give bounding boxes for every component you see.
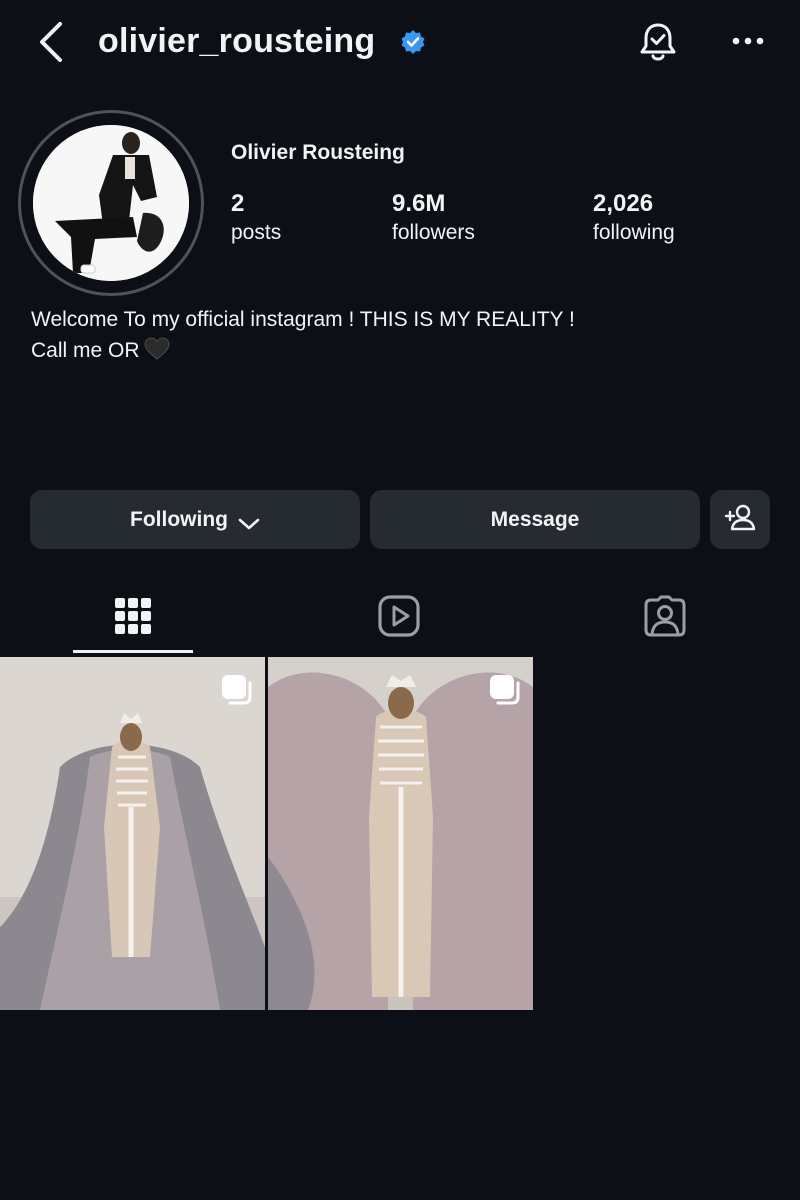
message-label: Message xyxy=(490,507,580,531)
followers-count[interactable]: 9.6M followers xyxy=(392,190,475,248)
back-arrow-icon[interactable] xyxy=(34,20,70,64)
grid-icon xyxy=(115,595,151,642)
reels-icon xyxy=(377,594,421,643)
stat-value: 9.6M xyxy=(392,190,446,217)
bio-line-2: Call me OR xyxy=(31,335,575,366)
tab-reels[interactable] xyxy=(266,585,532,651)
black-heart-icon xyxy=(144,337,170,361)
following-label: Following xyxy=(130,507,228,531)
avatar-photo xyxy=(33,125,189,281)
stat-value: 2 xyxy=(231,190,245,217)
profile-full-name: Olivier Rousteing xyxy=(231,141,405,164)
stat-label: followers xyxy=(392,221,475,244)
notification-bell-icon[interactable] xyxy=(636,20,680,64)
add-person-icon xyxy=(724,503,756,537)
multiple-photos-icon xyxy=(220,673,254,707)
tab-tagged[interactable] xyxy=(532,585,798,651)
post-thumbnail-1[interactable] xyxy=(0,657,265,1010)
stat-label: following xyxy=(593,221,675,244)
following-button[interactable]: Following xyxy=(30,490,360,549)
profile-username: olivier_rousteing xyxy=(98,22,376,60)
more-options-icon[interactable] xyxy=(728,26,768,56)
tab-posts-grid[interactable] xyxy=(0,585,266,651)
bio-line: Call me OR xyxy=(31,339,140,362)
profile-bio: Welcome To my official instagram ! THIS … xyxy=(31,304,575,366)
add-user-button[interactable] xyxy=(710,490,770,549)
active-tab-indicator xyxy=(73,650,193,653)
tagged-icon xyxy=(643,594,687,643)
stat-value: 2,026 xyxy=(593,190,654,217)
profile-avatar[interactable] xyxy=(18,110,204,296)
multiple-photos-icon xyxy=(488,673,522,707)
bio-line: Welcome To my official instagram ! THIS … xyxy=(31,308,575,331)
top-bar: olivier_rousteing xyxy=(0,0,800,84)
stat-label: posts xyxy=(231,221,282,244)
message-button[interactable]: Message xyxy=(370,490,700,549)
verified-badge-icon xyxy=(400,29,426,55)
chevron-down-icon xyxy=(238,513,260,529)
following-count[interactable]: 2,026 following xyxy=(593,190,675,248)
profile-tabs xyxy=(0,585,800,655)
posts-count[interactable]: 2 posts xyxy=(231,190,281,248)
post-thumbnail-2[interactable] xyxy=(268,657,533,1010)
